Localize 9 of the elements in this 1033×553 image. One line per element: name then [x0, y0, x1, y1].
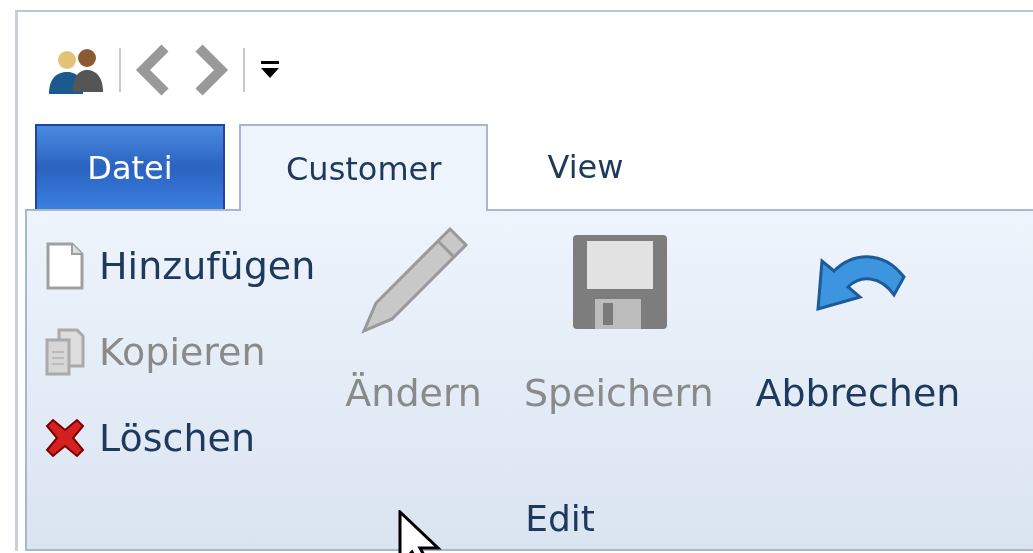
ribbon-button[interactable]: Abbrechen	[749, 221, 967, 498]
group-label: Edit	[525, 498, 595, 539]
ribbon-tab[interactable]: Customer	[239, 124, 489, 211]
ribbon-button[interactable]: Hinzufügen	[45, 223, 316, 309]
page-icon	[45, 242, 85, 290]
ribbon-tab[interactable]: View	[502, 124, 669, 209]
ribbon-button[interactable]: Löschen	[45, 395, 316, 481]
copy-icon	[45, 328, 85, 376]
file-menu-button[interactable]: Datei	[35, 124, 225, 209]
